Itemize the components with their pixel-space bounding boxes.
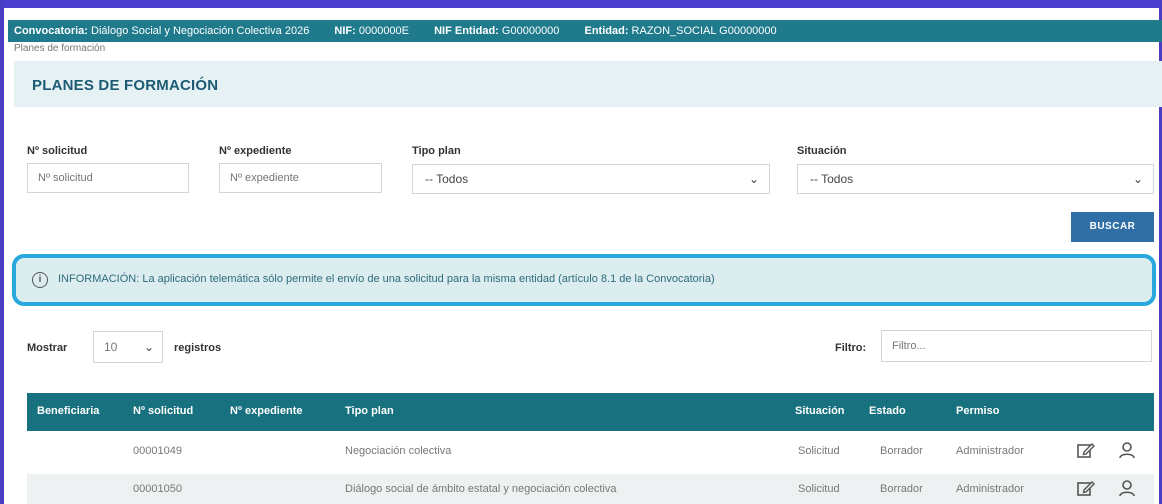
col-expediente[interactable]: Nº expediente bbox=[230, 405, 302, 417]
page-length-select[interactable]: 10 ⌄ bbox=[93, 331, 163, 363]
col-estado[interactable]: Estado bbox=[869, 405, 906, 417]
tipo-plan-selected: -- Todos bbox=[425, 172, 469, 186]
cell-solicitud: 00001050 bbox=[133, 483, 182, 495]
cell-solicitud: 00001049 bbox=[133, 445, 182, 457]
breadcrumb[interactable]: Planes de formación bbox=[14, 43, 105, 54]
cell-situacion: Solicitud bbox=[798, 483, 840, 495]
context-header: Convocatoria: Diálogo Social y Negociaci… bbox=[8, 20, 1162, 42]
situacion-select[interactable]: -- Todos ⌄ bbox=[797, 164, 1154, 194]
expediente-input[interactable] bbox=[219, 163, 382, 193]
cell-tipo-plan: Negociación colectiva bbox=[345, 445, 452, 457]
edit-icon[interactable] bbox=[1076, 478, 1096, 498]
table-row: 00001049 Negociación colectiva Solicitud… bbox=[27, 436, 1154, 466]
situacion-label: Situación bbox=[797, 145, 847, 157]
nif-info: NIF: 0000000E bbox=[334, 25, 410, 37]
user-icon[interactable] bbox=[1117, 440, 1137, 460]
tipo-plan-label: Tipo plan bbox=[412, 145, 461, 157]
info-text: INFORMACIÓN: La aplicación telemática só… bbox=[58, 273, 715, 285]
cell-situacion: Solicitud bbox=[798, 445, 840, 457]
solicitud-label: Nº solicitud bbox=[27, 145, 88, 157]
convocatoria-info: Convocatoria: Diálogo Social y Negociaci… bbox=[14, 25, 310, 37]
filter-input[interactable] bbox=[881, 330, 1152, 362]
search-button[interactable]: BUSCAR bbox=[1071, 212, 1154, 242]
page-length-value: 10 bbox=[104, 340, 118, 354]
col-permiso[interactable]: Permiso bbox=[956, 405, 999, 417]
cell-tipo-plan: Diálogo social de ámbito estatal y negoc… bbox=[345, 483, 617, 495]
col-solicitud[interactable]: Nº solicitud bbox=[133, 405, 193, 417]
entidad-info: Entidad: RAZON_SOCIAL G00000000 bbox=[584, 25, 777, 37]
window-left-border bbox=[0, 0, 4, 504]
table-row: 00001050 Diálogo social de ámbito estata… bbox=[27, 474, 1154, 504]
cell-permiso: Administrador bbox=[956, 445, 1024, 457]
page-title-band: PLANES DE FORMACIÓN bbox=[14, 61, 1162, 107]
user-icon[interactable] bbox=[1117, 478, 1137, 498]
info-banner: i INFORMACIÓN: La aplicación telemática … bbox=[12, 254, 1156, 306]
cell-estado: Borrador bbox=[880, 483, 923, 495]
solicitud-input[interactable] bbox=[27, 163, 189, 193]
expediente-label: Nº expediente bbox=[219, 145, 292, 157]
col-beneficiaria[interactable]: Beneficiaria bbox=[37, 405, 99, 417]
chevron-down-icon: ⌄ bbox=[143, 340, 154, 354]
nif-entidad-info: NIF Entidad: G00000000 bbox=[434, 25, 560, 37]
situacion-selected: -- Todos bbox=[810, 172, 854, 186]
filtro-label: Filtro: bbox=[835, 342, 867, 354]
table-header: Beneficiaria Nº solicitud Nº expediente … bbox=[27, 393, 1154, 431]
mostrar-label: Mostrar bbox=[27, 342, 68, 354]
info-icon: i bbox=[32, 272, 48, 288]
tipo-plan-select[interactable]: -- Todos ⌄ bbox=[412, 164, 770, 194]
page-title: PLANES DE FORMACIÓN bbox=[32, 77, 219, 94]
chevron-down-icon: ⌄ bbox=[1132, 172, 1143, 186]
window-top-border bbox=[0, 0, 1162, 8]
col-situacion[interactable]: Situación bbox=[795, 405, 845, 417]
page: Convocatoria: Diálogo Social y Negociaci… bbox=[0, 0, 1162, 504]
edit-icon[interactable] bbox=[1076, 440, 1096, 460]
col-tipo-plan[interactable]: Tipo plan bbox=[345, 405, 394, 417]
chevron-down-icon: ⌄ bbox=[748, 172, 759, 186]
cell-permiso: Administrador bbox=[956, 483, 1024, 495]
registros-label: registros bbox=[174, 342, 222, 354]
cell-estado: Borrador bbox=[880, 445, 923, 457]
